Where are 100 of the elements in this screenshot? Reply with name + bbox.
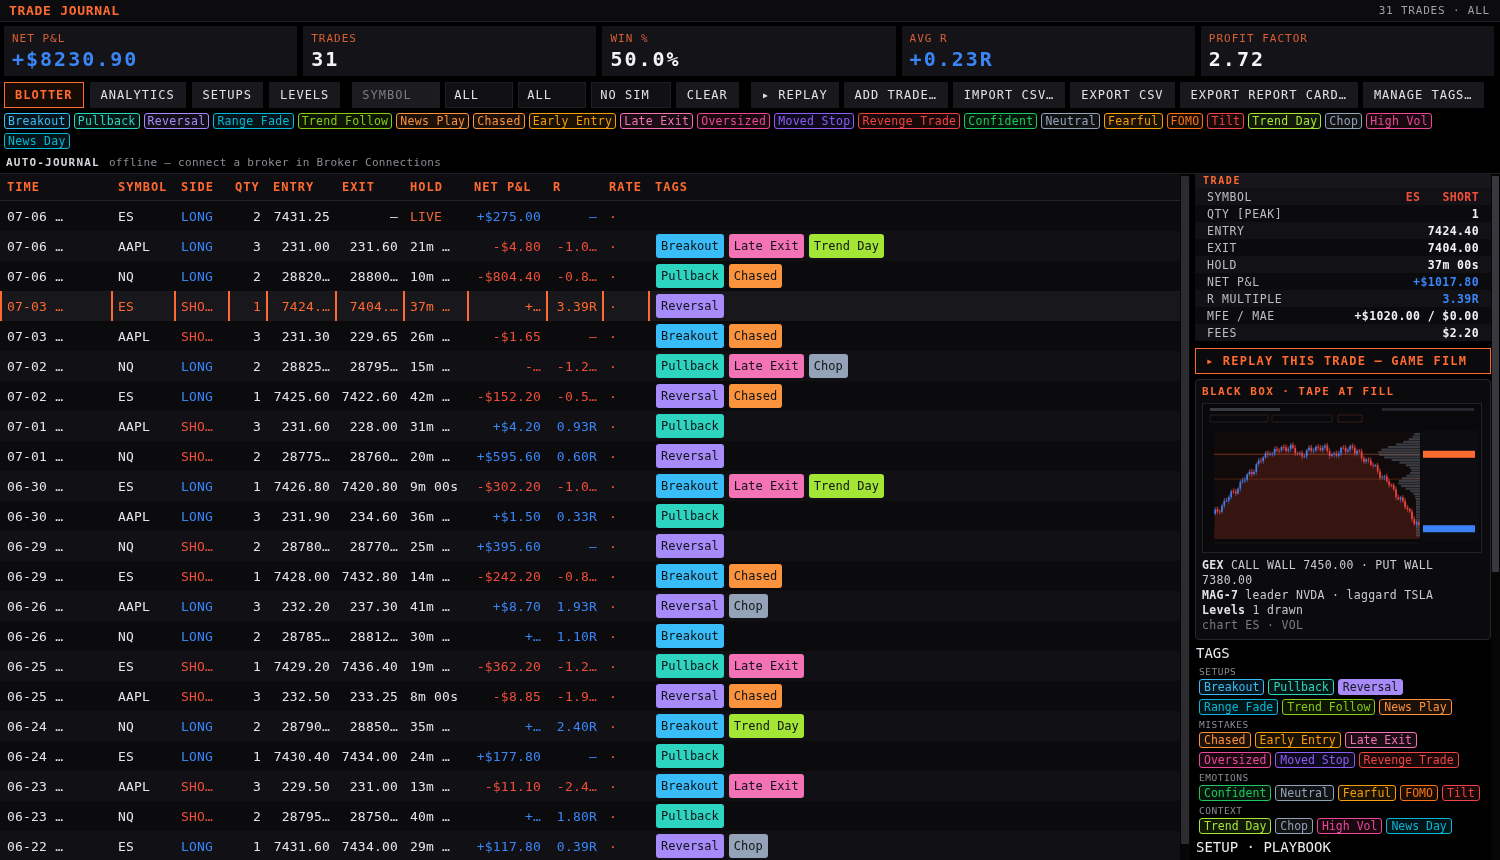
tag-filter-chip[interactable]: News Play xyxy=(396,113,470,129)
tag-chip: Pullback xyxy=(656,504,724,528)
tag-toggle-chip[interactable]: Chased xyxy=(1199,732,1251,748)
tag-filter-chip[interactable]: FOMO xyxy=(1166,113,1204,129)
tag-toggle-chip[interactable]: High Vol xyxy=(1317,818,1383,834)
tag-toggle-chip[interactable]: Neutral xyxy=(1275,785,1334,801)
tag-filter-chip[interactable]: Neutral xyxy=(1041,113,1100,129)
table-row[interactable]: 06-23 … AAPL SHO… 3 229.50 231.00 13m … -$11.10 -2.4… · Breakout Late Exit xyxy=(0,771,1180,801)
tag-toggle-chip[interactable]: Late Exit xyxy=(1344,732,1418,748)
tag-filter-chip[interactable]: Range Fade xyxy=(213,113,294,129)
table-row[interactable]: 06-25 … ES SHO… 1 7429.20 7436.40 19m … -$362.20 -1.2… · Pullback Late Exit xyxy=(0,651,1180,681)
select-field[interactable]: ALL xyxy=(445,82,514,108)
tag-toggle-chip[interactable]: Revenge Trade xyxy=(1358,752,1459,768)
tag-toggle-chip[interactable]: News Play xyxy=(1379,699,1452,715)
table-cell-text: 232.50 xyxy=(280,687,331,706)
table-cell-text: — xyxy=(587,327,598,346)
table-row[interactable]: 06-29 … NQ SHO… 2 28780… 28770… 25m … +$395.60 — · Reversal xyxy=(0,531,1180,561)
tag-toggle-chip[interactable]: Early Entry xyxy=(1254,732,1341,748)
table-row[interactable]: 07-03 … AAPL SHO… 3 231.30 229.65 26m … -$1.65 — · Breakout Chased xyxy=(0,321,1180,351)
tag-toggle-chip[interactable]: Trend Follow xyxy=(1282,699,1376,715)
table-row[interactable]: 06-26 … AAPL LONG 3 232.20 237.30 41m … +$8.70 1.93R · Reversal Chop xyxy=(0,591,1180,621)
table-row[interactable]: 06-23 … NQ SHO… 2 28795… 28750… 40m … +… 1.80R · Pullback xyxy=(0,801,1180,831)
tag-toggle-chip[interactable]: News Day xyxy=(1386,818,1452,834)
table-row[interactable]: 07-01 … NQ SHO… 2 28775… 28760… 20m … +$595.60 0.60R · Reversal xyxy=(0,441,1180,471)
table-row[interactable]: 07-02 … NQ LONG 2 28825… 28795… 15m … -… -1.2… · Pullback Late Exit Chop xyxy=(0,351,1180,381)
select-field[interactable]: NO SIM xyxy=(591,82,671,108)
tag-toggle-chip[interactable]: Trend Day xyxy=(1199,818,1272,834)
tag-chip: Trend Day xyxy=(808,234,884,258)
view-tab[interactable]: ANALYTICS xyxy=(89,82,186,108)
tag-toggle-chip[interactable]: Reversal xyxy=(1337,679,1404,695)
column-header: TAGS xyxy=(654,179,689,196)
tag-filter-chip[interactable]: Breakout xyxy=(4,113,70,129)
tag-toggle-chip[interactable]: Pullback xyxy=(1268,679,1334,695)
tag-toggle-chip[interactable]: Confident xyxy=(1199,785,1272,801)
tag-toggle-chip[interactable]: FOMO xyxy=(1400,785,1438,801)
table-row[interactable]: 06-30 … AAPL LONG 3 231.90 234.60 36m … +$1.50 0.33R · Pullback xyxy=(0,501,1180,531)
table-row[interactable]: 06-25 … AAPL SHO… 3 232.50 233.25 8m 00s -$8.85 -1.9… · Reversal Chased xyxy=(0,681,1180,711)
tag-filter-chip[interactable]: Reversal xyxy=(143,113,210,129)
tag-filter-chip[interactable]: Revenge Trade xyxy=(858,113,961,129)
replay-trade-button[interactable]: ▸ REPLAY THIS TRADE — GAME FILM xyxy=(1195,348,1491,374)
tag-filter-chip[interactable]: Pullback xyxy=(73,113,140,129)
tag-group-label: CONTEXT xyxy=(1199,805,1244,817)
tag-filter-chip[interactable]: Confident xyxy=(964,113,1038,129)
table-cell-text: 19m … xyxy=(409,657,452,676)
tag-filter-chip[interactable]: Chased xyxy=(473,113,525,129)
symbol-input[interactable]: SYMBOL xyxy=(352,82,441,108)
clear-button[interactable]: CLEAR xyxy=(675,82,739,108)
table-cell-text: 07-02 … xyxy=(6,387,65,406)
tag-toggle-chip[interactable]: Breakout xyxy=(1199,679,1265,695)
tag-toggle-chip[interactable]: Fearful xyxy=(1337,785,1397,801)
table-row[interactable]: 06-29 … ES SHO… 1 7428.00 7432.80 14m … -$242.20 -0.8… · Breakout Chased xyxy=(0,561,1180,591)
tag-filter-chip[interactable]: Late Exit xyxy=(620,113,694,129)
tag-filter-chip[interactable]: Moved Stop xyxy=(774,113,855,129)
view-tab[interactable]: BLOTTER xyxy=(4,82,84,108)
view-tab[interactable]: LEVELS xyxy=(268,82,341,108)
table-row[interactable]: 06-22 … ES LONG 1 7431.60 7434.00 29m … +$117.80 0.39R · Reversal Chop xyxy=(0,831,1180,860)
table-row[interactable]: 07-02 … ES LONG 1 7425.60 7422.60 42m … -$152.20 -0.5… · Reversal Chased xyxy=(0,381,1180,411)
tag-toggle-chip[interactable]: Range Fade xyxy=(1199,699,1279,715)
table-row[interactable]: 07-06 … NQ LONG 2 28820… 28800… 10m … -$804.40 -0.8… · Pullback Chased xyxy=(0,261,1180,291)
table-cell-text: 28775… xyxy=(280,447,331,466)
table-row[interactable]: 06-30 … ES LONG 1 7426.80 7420.80 9m 00s -$302.20 -1.0… · Breakout Late Exit Trend Day xyxy=(0,471,1180,501)
toolbar-button[interactable]: IMPORT CSV… xyxy=(952,82,1066,108)
tag-filter-chip[interactable]: Trend Follow xyxy=(297,113,393,129)
tag-toggle-chip[interactable]: Tilt xyxy=(1441,785,1480,801)
table-cell-text: LONG xyxy=(180,627,215,646)
table-cell-text: SHO… xyxy=(180,537,215,556)
scrollbar-thumb[interactable] xyxy=(1492,176,1499,572)
scrollbar-thumb[interactable] xyxy=(1181,176,1189,845)
table-row[interactable]: 06-26 … NQ LONG 2 28785… 28812… 30m … +… 1.10R · Breakout xyxy=(0,621,1180,651)
tag-toggle-chip[interactable]: Oversized xyxy=(1199,752,1272,768)
field-label: EXIT xyxy=(1207,240,1238,255)
tag-filter-chip[interactable]: Fearful xyxy=(1103,113,1163,129)
toolbar-button[interactable]: EXPORT REPORT CARD… xyxy=(1179,82,1358,108)
tag-filter-chip[interactable]: News Day xyxy=(4,133,70,149)
table-row[interactable]: 07-03 … ES SHO… 1 7424.… 7404.… 37m … +… 3.39R · Reversal xyxy=(0,291,1180,321)
tag-chip: Chop xyxy=(728,834,768,858)
table-row[interactable]: 07-01 … AAPL SHO… 3 231.60 228.00 31m … +$4.20 0.93R · Pullback xyxy=(0,411,1180,441)
toolbar-button[interactable]: EXPORT CSV xyxy=(1070,82,1175,108)
table-row[interactable]: 07-06 … AAPL LONG 3 231.00 231.60 21m … -$4.80 -1.0… · Breakout Late Exit Trend Day xyxy=(0,231,1180,261)
table-cell-text: 28795… xyxy=(348,357,399,376)
tag-toggle-chip[interactable]: Moved Stop xyxy=(1275,752,1355,768)
tag-filter-chip[interactable]: Early Entry xyxy=(528,113,617,129)
table-row[interactable]: 06-24 … ES LONG 1 7430.40 7434.00 24m … +$177.80 — · Pullback xyxy=(0,741,1180,771)
tag-chip: Reversal xyxy=(656,684,724,708)
tag-filter-chip[interactable]: Oversized xyxy=(697,113,771,129)
tag-toggle-chip[interactable]: Chop xyxy=(1275,818,1313,834)
tag-filter-chip[interactable]: Chop xyxy=(1325,113,1363,129)
toolbar-button[interactable]: MANAGE TAGS… xyxy=(1362,82,1484,108)
table-cell-text: · xyxy=(608,507,619,526)
tag-filter-chip[interactable]: Tilt xyxy=(1207,113,1245,129)
table-cell-text: 7420.80 xyxy=(340,477,399,496)
toolbar-button[interactable]: ADD TRADE… xyxy=(843,82,948,108)
toolbar-button[interactable]: ▸ REPLAY xyxy=(750,82,839,108)
tag-filter-chip[interactable]: Trend Day xyxy=(1248,113,1322,129)
view-tab[interactable]: SETUPS xyxy=(191,82,263,108)
tag-filter-chip[interactable]: High Vol xyxy=(1366,113,1433,129)
table-row[interactable]: 07-06 … ES LONG 2 7431.25 — LIVE +$275.00 — · xyxy=(0,201,1180,231)
select-field[interactable]: ALL xyxy=(518,82,587,108)
table-cell-text: 9m 00s xyxy=(409,477,460,496)
table-row[interactable]: 06-24 … NQ LONG 2 28790… 28850… 35m … +… 2.40R · Breakout Trend Day xyxy=(0,711,1180,741)
